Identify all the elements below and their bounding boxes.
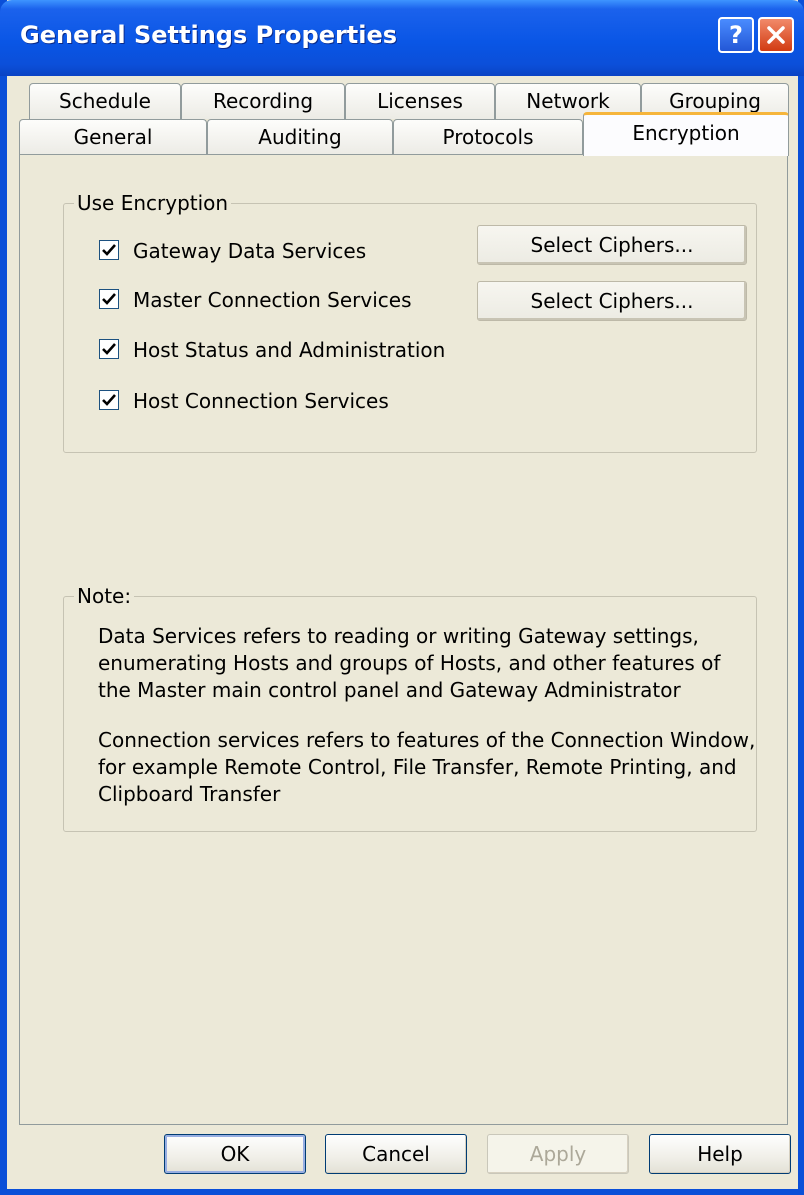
note-connection-services-text: Connection services refers to features o… [98,728,756,806]
tab-schedule[interactable]: Schedule [29,83,181,119]
close-button[interactable] [758,17,794,53]
help-caption-button[interactable]: ? [718,17,754,53]
gateway-data-services-checkbox[interactable] [99,240,119,260]
checkmark-icon [102,244,116,256]
tab-general[interactable]: General [19,119,207,155]
tab-licenses[interactable]: Licenses [345,83,495,119]
select-ciphers-gateway-button[interactable]: Select Ciphers... [477,225,747,265]
use-encryption-label: Use Encryption [74,191,232,215]
host-status-administration-checkbox[interactable] [99,339,119,359]
help-button[interactable]: Help [649,1134,791,1174]
host-connection-services-checkbox[interactable] [99,390,119,410]
tab-recording[interactable]: Recording [181,83,345,119]
close-icon [767,26,785,44]
master-connection-services-checkbox[interactable] [99,289,119,309]
question-mark-icon: ? [729,21,743,49]
title-bar[interactable]: General Settings Properties ? [0,0,804,76]
host-status-administration-label: Host Status and Administration [133,338,446,362]
checkmark-icon [102,343,116,355]
cancel-button[interactable]: Cancel [325,1134,467,1174]
host-connection-services-label: Host Connection Services [133,389,389,413]
ok-button[interactable]: OK [164,1134,306,1174]
note-data-services-text: Data Services refers to reading or writi… [98,624,721,702]
select-ciphers-master-button[interactable]: Select Ciphers... [477,281,747,321]
tab-encryption[interactable]: Encryption [583,112,789,156]
master-connection-services-label: Master Connection Services [133,288,412,312]
tab-protocols[interactable]: Protocols [393,119,583,155]
tab-auditing[interactable]: Auditing [207,119,393,155]
encryption-panel: Use Encryption Gateway Data Services Mas… [19,154,788,1125]
apply-button: Apply [487,1134,629,1174]
checkmark-icon [102,293,116,305]
checkmark-icon [102,394,116,406]
gateway-data-services-label: Gateway Data Services [133,239,367,263]
note-label: Note: [74,584,135,608]
window-title: General Settings Properties [20,21,398,49]
